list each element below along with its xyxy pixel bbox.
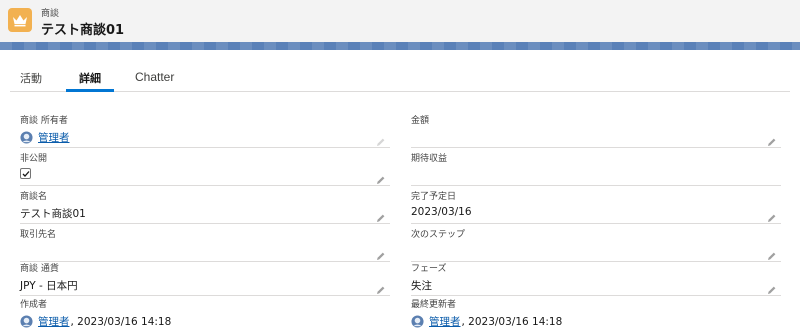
field-close-date: 完了予定日 2023/03/16 (411, 186, 781, 224)
field-label: 商談 通貨 (20, 264, 59, 274)
header-decorative-band (0, 42, 800, 50)
edit-pencil-icon[interactable] (767, 208, 777, 222)
tab-activity[interactable]: 活動 (18, 70, 44, 86)
field-expected-revenue: 期待収益 (411, 148, 781, 186)
private-checkbox[interactable] (20, 168, 31, 179)
field-value: 管理者 (20, 130, 70, 145)
field-currency: 商談 通貨 JPY - 日本円 (20, 258, 390, 296)
field-stage: フェーズ 失注 (411, 258, 781, 296)
field-value: 管理者 , 2023/03/16 14:18 (411, 314, 562, 329)
field-label: 取引先名 (20, 230, 57, 240)
field-label: 完了予定日 (411, 192, 457, 202)
field-label: フェーズ (411, 264, 447, 274)
owner-link[interactable]: 管理者 (38, 130, 70, 145)
field-value: JPY - 日本円 (20, 280, 78, 292)
field-account: 取引先名 (20, 224, 390, 262)
tab-bar: 活動 詳細 Chatter (10, 66, 790, 92)
field-value: 管理者 , 2023/03/16 14:18 (20, 314, 171, 329)
active-tab-indicator (66, 89, 114, 92)
field-next-step: 次のステップ (411, 224, 781, 262)
tab-chatter[interactable]: Chatter (133, 70, 176, 84)
crown-icon (8, 8, 32, 32)
field-amount: 金額 (411, 110, 781, 148)
field-label: 金額 (411, 116, 430, 126)
edit-pencil-icon[interactable] (376, 208, 386, 222)
field-modified-by: 最終更新者 管理者 , 2023/03/16 14:18 (411, 294, 781, 332)
user-avatar-icon (411, 315, 424, 328)
field-label: 商談 所有者 (20, 116, 68, 126)
field-value (20, 168, 31, 179)
field-label: 作成者 (20, 300, 48, 310)
field-value: 失注 (411, 280, 432, 292)
edit-pencil-icon[interactable] (376, 170, 386, 184)
created-timestamp: , 2023/03/16 14:18 (70, 315, 172, 328)
tab-details[interactable]: 詳細 (77, 70, 103, 86)
edit-pencil-icon[interactable] (376, 280, 386, 294)
field-name: 商談名 テスト商談01 (20, 186, 390, 224)
edit-pencil-icon[interactable] (767, 246, 777, 260)
object-type-label: 商談 (41, 9, 60, 19)
field-value: テスト商談01 (20, 208, 86, 220)
edit-pencil-icon[interactable] (767, 132, 777, 146)
field-label: 次のステップ (411, 230, 466, 240)
field-created-by: 作成者 管理者 , 2023/03/16 14:18 (20, 294, 390, 332)
field-label: 最終更新者 (411, 300, 457, 310)
created-by-user-link[interactable]: 管理者 (38, 314, 70, 329)
modified-by-user-link[interactable]: 管理者 (429, 314, 461, 329)
user-avatar-icon (20, 131, 33, 144)
field-label: 非公開 (20, 154, 48, 164)
record-header: 商談 テスト商談01 (0, 0, 800, 42)
edit-pencil-icon[interactable] (767, 280, 777, 294)
record-title: テスト商談01 (41, 23, 125, 38)
modified-timestamp: , 2023/03/16 14:18 (461, 315, 563, 328)
change-owner-icon[interactable] (376, 132, 386, 146)
edit-pencil-icon[interactable] (376, 246, 386, 260)
field-label: 商談名 (20, 192, 48, 202)
field-owner: 商談 所有者 管理者 (20, 110, 390, 148)
field-label: 期待収益 (411, 154, 448, 164)
field-private: 非公開 (20, 148, 390, 186)
user-avatar-icon (20, 315, 33, 328)
field-value: 2023/03/16 (411, 206, 472, 218)
